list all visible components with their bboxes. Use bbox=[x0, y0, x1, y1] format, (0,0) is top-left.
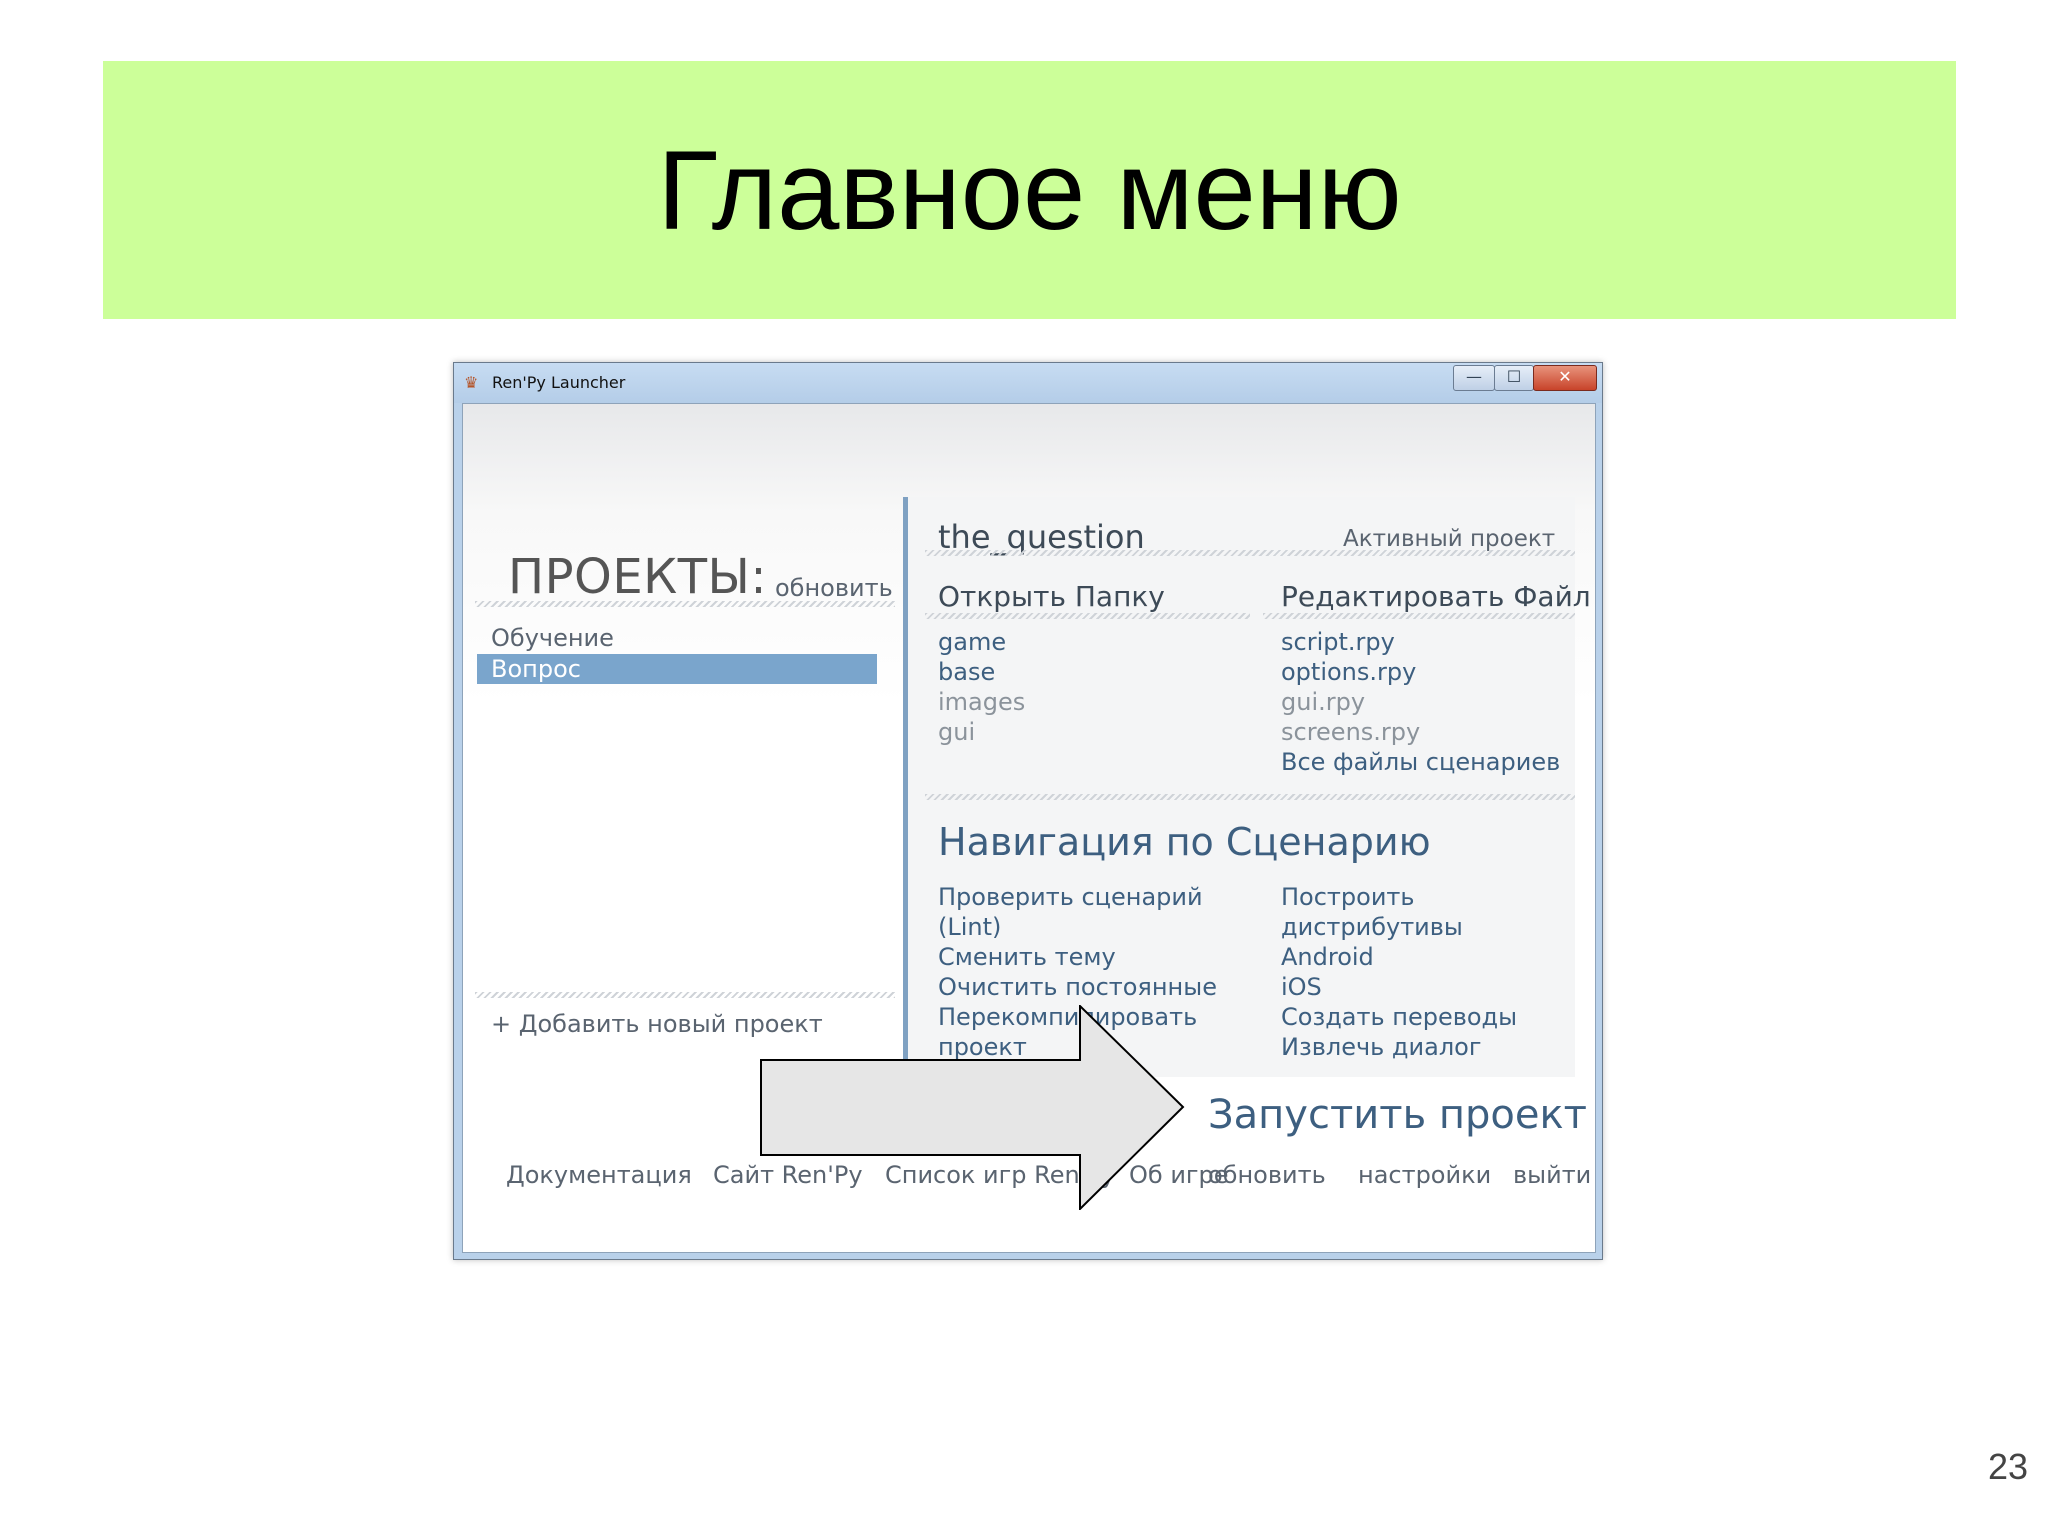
project-item-tutorial[interactable]: Обучение bbox=[491, 624, 614, 652]
folder-link-images[interactable]: images bbox=[938, 688, 1025, 716]
file-link-screens[interactable]: screens.rpy bbox=[1281, 718, 1420, 746]
script-navigation-link[interactable]: Навигация по Сценарию bbox=[938, 820, 1431, 864]
preferences-link[interactable]: настройки bbox=[1358, 1161, 1491, 1189]
maximize-button[interactable]: ☐ bbox=[1494, 365, 1534, 391]
lint-link-cont[interactable]: (Lint) bbox=[938, 912, 1001, 942]
divider bbox=[475, 601, 895, 607]
file-link-gui[interactable]: gui.rpy bbox=[1281, 688, 1365, 716]
annotation-arrow bbox=[760, 1005, 1185, 1210]
lint-link[interactable]: Проверить сценарий bbox=[938, 882, 1203, 912]
window-title: Ren'Py Launcher bbox=[492, 373, 626, 392]
launch-project-button[interactable]: Запустить проект bbox=[1208, 1092, 1587, 1138]
divider bbox=[925, 613, 1250, 619]
folder-link-game[interactable]: game bbox=[938, 628, 1006, 656]
file-link-script[interactable]: script.rpy bbox=[1281, 628, 1395, 656]
project-item-selected[interactable]: Вопрос bbox=[477, 654, 877, 684]
window-titlebar[interactable]: ♛ Ren'Py Launcher — ☐ ✕ bbox=[454, 363, 1602, 403]
ios-link[interactable]: iOS bbox=[1281, 972, 1322, 1002]
change-theme-link[interactable]: Сменить тему bbox=[938, 942, 1116, 972]
documentation-link[interactable]: Документация bbox=[506, 1161, 692, 1189]
file-link-all-scripts[interactable]: Все файлы сценариев bbox=[1281, 748, 1560, 776]
pane-separator bbox=[903, 497, 908, 1059]
refresh-projects-link[interactable]: обновить bbox=[775, 574, 893, 602]
file-link-options[interactable]: options.rpy bbox=[1281, 658, 1416, 686]
divider bbox=[475, 992, 895, 998]
android-link[interactable]: Android bbox=[1281, 942, 1374, 972]
edit-file-heading: Редактировать Файл bbox=[1281, 580, 1591, 613]
slide-title: Главное меню bbox=[657, 127, 1402, 253]
folder-link-gui[interactable]: gui bbox=[938, 718, 975, 746]
quit-link[interactable]: выйти bbox=[1513, 1161, 1591, 1189]
extract-dialogue-link[interactable]: Извлечь диалог bbox=[1281, 1032, 1481, 1062]
divider bbox=[925, 794, 1575, 800]
delete-persistent-link[interactable]: Очистить постоянные bbox=[938, 972, 1217, 1002]
build-distributions-link-cont[interactable]: дистрибутивы bbox=[1281, 912, 1463, 942]
folder-link-base[interactable]: base bbox=[938, 658, 995, 686]
generate-translations-link[interactable]: Создать переводы bbox=[1281, 1002, 1517, 1032]
build-distributions-link[interactable]: Построить bbox=[1281, 882, 1415, 912]
update-link[interactable]: обновить bbox=[1208, 1161, 1326, 1189]
renpy-app-icon: ♛ bbox=[464, 373, 479, 392]
annotation-arrow-shape bbox=[760, 1005, 1185, 1210]
slide-number: 23 bbox=[1987, 1446, 2028, 1487]
open-folder-heading: Открыть Папку bbox=[938, 580, 1165, 613]
divider bbox=[925, 550, 1575, 556]
close-button[interactable]: ✕ bbox=[1533, 365, 1597, 391]
minimize-button[interactable]: — bbox=[1453, 365, 1495, 391]
divider bbox=[1263, 613, 1575, 619]
active-project-label: Активный проект bbox=[1343, 526, 1556, 552]
projects-heading: ПРОЕКТЫ: bbox=[508, 549, 768, 605]
